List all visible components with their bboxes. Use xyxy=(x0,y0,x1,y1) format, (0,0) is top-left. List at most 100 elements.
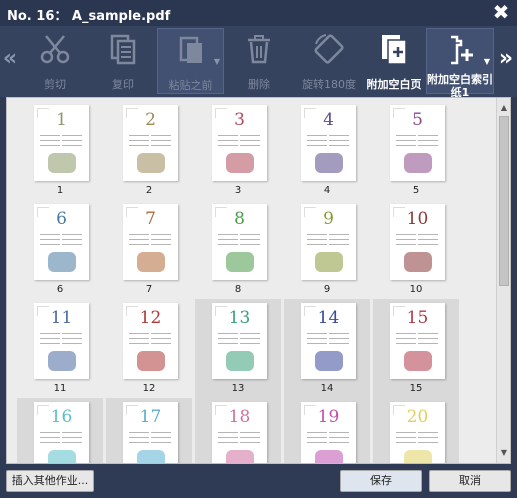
page-text-line xyxy=(396,234,416,235)
page-illustration xyxy=(315,450,343,463)
page-illustration xyxy=(137,153,165,173)
page-text-line xyxy=(40,239,60,240)
page-text-line xyxy=(307,234,327,235)
page-thumbnail[interactable]: 10 10 xyxy=(373,200,459,300)
page-text-line xyxy=(418,135,438,136)
page-thumbnail[interactable]: 55 xyxy=(373,101,459,201)
page-preview: 13 xyxy=(212,303,267,379)
page-text-line xyxy=(329,239,349,240)
page-preview: 3 xyxy=(212,105,267,181)
page-thumbnail-panel: 1 1 2 2 3 3 4 4 5 5 6 6 7 7 8 8 9 9 10 10 11 11 12 12 13 13 14 14 15… xyxy=(6,97,511,464)
page-preview: 5 xyxy=(390,105,445,181)
page-illustration xyxy=(48,450,76,463)
page-text-line xyxy=(307,145,327,146)
save-button[interactable]: 保存 xyxy=(340,470,422,492)
index-dropdown-chevron-down-icon[interactable]: ▼ xyxy=(484,57,490,66)
page-thumbnail[interactable]: 44 xyxy=(284,101,370,201)
page-text-line xyxy=(396,432,416,433)
page-preview: 7 xyxy=(123,204,178,280)
page-text-line xyxy=(396,437,416,438)
page-number-caption: 10 xyxy=(409,284,423,295)
page-number-caption: 2 xyxy=(145,185,153,196)
page-illustration xyxy=(404,252,432,272)
page-text-line xyxy=(418,239,438,240)
add-blank-index-button[interactable]: ▼ 附加空白索引纸1 xyxy=(426,28,494,99)
paste-dropdown-chevron-down-icon[interactable]: ▼ xyxy=(214,57,220,66)
page-thumbnail[interactable]: 1717 xyxy=(106,398,192,463)
page-text-line xyxy=(218,145,238,146)
delete-button[interactable]: 删除 xyxy=(226,28,292,94)
page-thumbnail[interactable]: 22 xyxy=(106,101,192,201)
toolbar-scroll-right-icon[interactable]: » xyxy=(498,44,514,74)
page-thumbnail[interactable]: 77 xyxy=(106,200,192,300)
page-preview-number: 13 xyxy=(228,308,251,328)
page-thumbnail[interactable]: 14 14 xyxy=(284,299,370,399)
page-thumbnail[interactable]: 88 xyxy=(195,200,281,300)
close-icon[interactable]: ✖ xyxy=(491,1,511,23)
page-text-line xyxy=(151,244,171,245)
page-preview: 11 xyxy=(34,303,89,379)
page-text-line xyxy=(396,333,416,334)
rotate-180-button[interactable]: 旋转180度 xyxy=(294,28,364,94)
copy-button[interactable]: 复印 xyxy=(90,28,156,94)
toolbar-scroll-left-icon[interactable]: « xyxy=(2,44,18,74)
page-text-line xyxy=(62,140,82,141)
rotate-180-label: 旋转180度 xyxy=(302,78,356,91)
cancel-button[interactable]: 取消 xyxy=(429,470,511,492)
page-text-line xyxy=(396,442,416,443)
page-edit-window: No. 16： A_sample.pdf ✖ « 剪切 复印 ▼ 粘贴之前 删除… xyxy=(0,0,517,498)
add-blank-page-button[interactable]: 附加空白页 xyxy=(364,28,424,94)
page-preview-number: 4 xyxy=(323,110,334,130)
paste-before-button[interactable]: ▼ 粘贴之前 xyxy=(157,28,224,94)
page-text-line xyxy=(329,437,349,438)
scroll-up-arrow-icon[interactable]: ▲ xyxy=(498,102,510,114)
page-text-line xyxy=(240,234,260,235)
page-text-line xyxy=(240,145,260,146)
page-text-line xyxy=(151,145,171,146)
page-preview: 2 xyxy=(123,105,178,181)
page-text-line xyxy=(151,333,171,334)
page-thumbnail[interactable]: 1919 xyxy=(284,398,370,463)
page-text-line xyxy=(40,343,60,344)
page-thumbnail[interactable]: 99 xyxy=(284,200,370,300)
cut-button[interactable]: 剪切 xyxy=(20,28,90,94)
page-thumbnail[interactable]: 11 11 xyxy=(17,299,103,399)
page-text-line xyxy=(62,145,82,146)
vertical-scrollbar[interactable]: ▲ ▼ xyxy=(496,98,510,463)
page-number-caption: 8 xyxy=(234,284,242,295)
page-thumbnail[interactable]: 66 xyxy=(17,200,103,300)
scrollbar-thumb[interactable] xyxy=(499,116,509,286)
page-text-line xyxy=(62,432,82,433)
page-thumbnail[interactable]: 1818 xyxy=(195,398,281,463)
page-thumbnail[interactable]: 1616 xyxy=(17,398,103,463)
page-thumbnail[interactable]: 33 xyxy=(195,101,281,201)
page-thumbnail[interactable]: 2020 xyxy=(373,398,459,463)
page-text-line xyxy=(218,437,238,438)
scissors-icon xyxy=(40,35,70,64)
page-text-line xyxy=(307,239,327,240)
page-text-line xyxy=(307,338,327,339)
page-text-line xyxy=(218,343,238,344)
page-text-line xyxy=(307,437,327,438)
page-text-line xyxy=(129,145,149,146)
page-preview-number: 17 xyxy=(139,407,162,427)
page-text-line xyxy=(240,140,260,141)
page-text-line xyxy=(129,442,149,443)
page-text-line xyxy=(418,437,438,438)
insert-other-job-button[interactable]: 插入其他作业... xyxy=(6,470,94,492)
page-thumbnail[interactable]: 13 13 xyxy=(195,299,281,399)
page-number-caption: 4 xyxy=(323,185,331,196)
page-illustration xyxy=(48,153,76,173)
page-text-line xyxy=(40,234,60,235)
page-illustration xyxy=(404,450,432,463)
page-illustration xyxy=(137,252,165,272)
page-thumbnail[interactable]: 15 15 xyxy=(373,299,459,399)
scroll-down-arrow-icon[interactable]: ▼ xyxy=(498,447,510,459)
page-illustration xyxy=(315,351,343,371)
page-text-line xyxy=(40,333,60,334)
page-preview: 16 xyxy=(34,402,89,463)
page-thumbnail[interactable]: 12 12 xyxy=(106,299,192,399)
page-text-line xyxy=(218,442,238,443)
page-thumbnail[interactable]: 11 xyxy=(17,101,103,201)
page-illustration xyxy=(137,351,165,371)
